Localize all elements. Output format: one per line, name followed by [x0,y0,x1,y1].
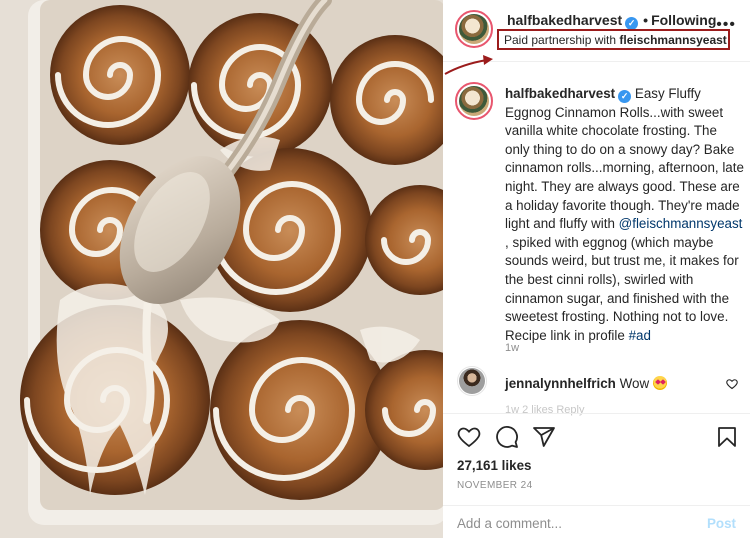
share-icon[interactable] [532,425,556,449]
caption-area: halfbakedharvest ✓ Easy Fluffy Eggnog Cin… [443,62,750,412]
caption-text: halfbakedharvest ✓ Easy Fluffy Eggnog Cin… [505,85,745,345]
post-photo[interactable] [0,0,443,538]
paid-partnership-label: Paid partnership with fleischmannsyeast [497,29,730,50]
commenter-avatar[interactable] [457,366,487,396]
caption-mention-link[interactable]: @fleischmannsyeast [619,216,743,231]
post-header: halfbakedharvest ✓ • Following Paid partner… [443,0,750,62]
caption-body-1: Easy Fluffy Eggnog Cinnamon Rolls...with… [505,86,744,232]
comment-text: jennalynnhelfrich Wow [505,376,667,391]
comment-body: Wow [619,376,650,391]
add-comment-bar: Post [443,505,750,538]
comment-icon[interactable] [495,425,519,449]
following-button[interactable]: Following [651,12,716,28]
likes-count[interactable]: 27,161 likes [457,458,531,473]
separator-dot: • [643,12,649,28]
comment-row: jennalynnhelfrich Wow [443,366,750,398]
post-date[interactable]: NOVEMBER 24 [457,480,533,491]
caption-username[interactable]: halfbakedharvest [505,86,615,101]
caption-timestamp[interactable]: 1w [505,342,519,354]
post-comment-button[interactable]: Post [707,516,736,531]
author-username[interactable]: halfbakedharvest [507,12,622,28]
commenter-username[interactable]: jennalynnhelfrich [505,376,616,391]
caption-hashtag-link[interactable]: #ad [629,328,651,343]
add-comment-input[interactable] [457,516,697,531]
heart-icon[interactable] [457,425,481,449]
heart-eyes-emoji [652,376,667,390]
bookmark-icon[interactable] [715,425,739,449]
comment-like-heart-icon[interactable] [726,378,738,390]
partner-link[interactable]: fleischmannsyeast [619,33,726,47]
partnership-prefix: Paid partnership with [504,33,620,47]
action-bar: 27,161 likes NOVEMBER 24 [443,413,750,501]
more-options-icon[interactable]: ••• [716,16,736,34]
cinnamon-rolls-image [0,0,443,538]
header-line: halfbakedharvest ✓ • Following [507,12,716,30]
verified-badge-icon: ✓ [618,90,632,103]
caption-body-2: , spiked with eggnog (which maybe sounds… [505,234,739,343]
author-avatar[interactable] [455,10,493,48]
post-detail-panel: halfbakedharvest ✓ • Following Paid partner… [443,0,750,538]
caption-author-avatar[interactable] [455,82,493,120]
